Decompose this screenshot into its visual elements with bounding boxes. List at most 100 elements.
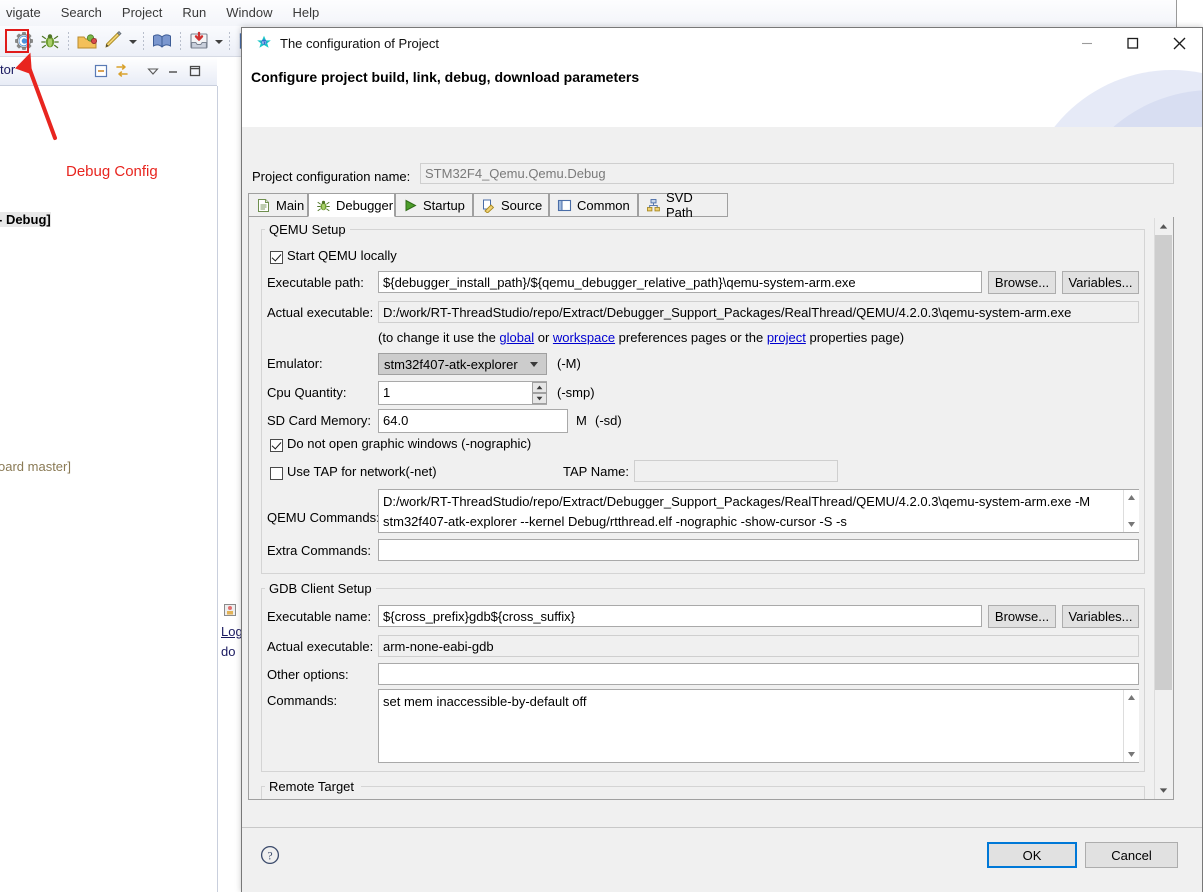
close-button[interactable] bbox=[1156, 28, 1202, 58]
help-icon[interactable]: ? bbox=[260, 845, 280, 865]
annotation-arrow bbox=[15, 52, 57, 140]
settings-scroll-area: QEMU Setup Start QEMU locally Executable… bbox=[248, 217, 1174, 800]
nographic-checkbox[interactable] bbox=[270, 439, 283, 452]
nographic-label[interactable]: Do not open graphic windows (-nographic) bbox=[287, 436, 531, 451]
hint-mid1: or bbox=[534, 330, 553, 345]
gdb-executable-name-label: Executable name: bbox=[267, 609, 372, 624]
maximize-icon[interactable] bbox=[187, 63, 203, 79]
tab-common[interactable]: Common bbox=[549, 193, 638, 217]
tab-svd-path-label: SVD Path bbox=[666, 190, 693, 220]
tab-startup[interactable]: Startup bbox=[395, 193, 473, 217]
bug-icon bbox=[316, 198, 331, 213]
cancel-button[interactable]: Cancel bbox=[1085, 842, 1178, 868]
log-icon bbox=[222, 602, 238, 621]
tab-startup-label: Startup bbox=[423, 197, 465, 213]
ok-button[interactable]: OK bbox=[987, 842, 1077, 868]
qemu-commands-value: D:/work/RT-ThreadStudio/repo/Extract/Deb… bbox=[383, 494, 1091, 530]
emulator-value: stm32f407-atk-explorer bbox=[384, 356, 518, 372]
annotation-label: Debug Config bbox=[66, 163, 158, 180]
qemu-commands-label: QEMU Commands: bbox=[267, 510, 380, 525]
qemu-group-top-line bbox=[339, 229, 1145, 230]
log-view-tab[interactable]: Log do bbox=[219, 600, 243, 680]
tab-source[interactable]: Source bbox=[473, 193, 549, 217]
menu-window[interactable]: Window bbox=[216, 0, 282, 26]
stepper-down-icon[interactable] bbox=[532, 393, 547, 404]
menu-search[interactable]: Search bbox=[51, 0, 112, 26]
gdb-browse-button[interactable]: Browse... bbox=[988, 605, 1056, 628]
scrollbar-thumb[interactable] bbox=[1155, 235, 1172, 690]
gdb-commands-label: Commands: bbox=[267, 693, 338, 708]
project-configuration-dialog: RT The configuration of Project Configur… bbox=[241, 27, 1203, 892]
executable-path-input[interactable]: ${debugger_install_path}/${qemu_debugger… bbox=[378, 271, 982, 293]
download-icon[interactable] bbox=[188, 30, 210, 52]
gdb-variables-button[interactable]: Variables... bbox=[1062, 605, 1139, 628]
sd-card-memory-suffix: (-sd) bbox=[595, 413, 622, 428]
cpu-quantity-stepper[interactable] bbox=[532, 382, 547, 404]
remote-target-title: Remote Target bbox=[265, 779, 359, 794]
dialog-header: RT The configuration of Project Configur… bbox=[242, 28, 1202, 127]
hint-pre: (to change it use the bbox=[378, 330, 500, 345]
gdb-executable-name-input[interactable]: ${cross_prefix}gdb${cross_suffix} bbox=[378, 605, 982, 627]
log-tab-sub-label[interactable]: do bbox=[221, 644, 235, 659]
menu-help[interactable]: Help bbox=[282, 0, 329, 26]
gdb-group-top-line bbox=[365, 588, 1145, 589]
tab-main[interactable]: Main bbox=[248, 193, 308, 217]
extra-commands-input[interactable] bbox=[378, 539, 1139, 561]
sd-card-memory-input[interactable]: 64.0 bbox=[378, 409, 568, 433]
scroll-down-icon[interactable] bbox=[1155, 782, 1172, 799]
qemu-commands-textarea[interactable]: D:/work/RT-ThreadStudio/repo/Extract/Deb… bbox=[378, 489, 1139, 533]
use-tap-checkbox[interactable] bbox=[270, 467, 283, 480]
executable-path-label: Executable path: bbox=[267, 275, 364, 290]
toolbar-separator-4 bbox=[180, 32, 181, 50]
hint-mid2: preferences pages or the bbox=[615, 330, 767, 345]
log-tab-label[interactable]: Log bbox=[221, 624, 243, 639]
cpu-quantity-suffix: (-smp) bbox=[557, 385, 595, 400]
tap-name-input[interactable] bbox=[634, 460, 838, 482]
settings-content: QEMU Setup Start QEMU locally Executable… bbox=[249, 217, 1156, 799]
gdb-actual-executable-value: arm-none-eabi-gdb bbox=[378, 635, 1139, 657]
source-icon bbox=[481, 198, 496, 214]
minimize-button[interactable] bbox=[1064, 28, 1110, 58]
menu-project[interactable]: Project bbox=[112, 0, 172, 26]
project-tree-panel[interactable]: - Debug] oard master] bbox=[0, 86, 218, 892]
qemu-setup-title: QEMU Setup bbox=[265, 222, 350, 237]
settings-scrollbar[interactable] bbox=[1154, 218, 1172, 799]
workspace-link[interactable]: workspace bbox=[553, 330, 615, 345]
tab-svd-path[interactable]: SVD Path bbox=[638, 190, 728, 220]
window-controls bbox=[1064, 28, 1202, 58]
dropdown-arrow-icon-2[interactable] bbox=[213, 30, 223, 52]
rt-thread-icon: RT bbox=[256, 35, 272, 51]
gdb-commands-textarea[interactable]: set mem inaccessible-by-default off bbox=[378, 689, 1139, 763]
common-icon bbox=[557, 198, 572, 213]
menu-navigate[interactable]: vigate bbox=[0, 0, 51, 26]
toolbar-separator-5 bbox=[229, 32, 230, 50]
minimize-icon[interactable] bbox=[165, 63, 181, 79]
tree-item-board-master[interactable]: oard master] bbox=[0, 459, 71, 474]
qemu-commands-scrollbar[interactable] bbox=[1123, 490, 1139, 532]
tab-source-label: Source bbox=[501, 197, 543, 213]
start-qemu-locally-label[interactable]: Start QEMU locally bbox=[287, 248, 397, 263]
gdb-actual-executable-label: Actual executable: bbox=[267, 639, 374, 654]
emulator-combobox[interactable]: stm32f407-atk-explorer bbox=[378, 353, 547, 375]
play-icon bbox=[403, 198, 418, 213]
executable-path-variables-button[interactable]: Variables... bbox=[1062, 271, 1139, 294]
remote-target-group bbox=[261, 786, 1145, 799]
global-link[interactable]: global bbox=[499, 330, 534, 345]
cpu-quantity-input[interactable]: 1 bbox=[378, 381, 547, 405]
executable-path-browse-button[interactable]: Browse... bbox=[988, 271, 1056, 294]
use-tap-label[interactable]: Use TAP for network(-net) bbox=[287, 464, 437, 479]
start-qemu-locally-checkbox[interactable] bbox=[270, 251, 283, 264]
emulator-label: Emulator: bbox=[267, 356, 323, 371]
dialog-title-bar: RT The configuration of Project bbox=[242, 28, 1202, 58]
tree-item-debug[interactable]: - Debug] bbox=[0, 212, 51, 227]
gdb-other-options-input[interactable] bbox=[378, 663, 1139, 685]
menu-run[interactable]: Run bbox=[172, 0, 216, 26]
hint-post: properties page) bbox=[805, 330, 905, 345]
tab-debugger[interactable]: Debugger bbox=[308, 193, 395, 217]
config-name-field[interactable]: STM32F4_Qemu.Qemu.Debug bbox=[420, 163, 1174, 184]
project-link[interactable]: project bbox=[767, 330, 806, 345]
stepper-up-icon[interactable] bbox=[532, 382, 547, 393]
scroll-up-icon[interactable] bbox=[1155, 218, 1172, 235]
gdb-commands-scrollbar[interactable] bbox=[1123, 690, 1139, 762]
maximize-button[interactable] bbox=[1110, 28, 1156, 58]
